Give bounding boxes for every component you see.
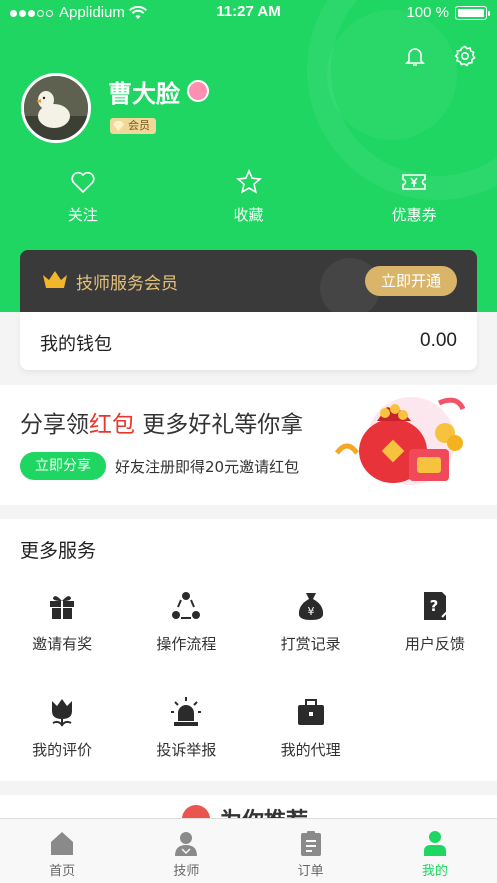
tab-mine[interactable]: 我的: [373, 819, 497, 883]
battery-percent: 100 %: [406, 4, 449, 21]
tab-label: 首页: [49, 864, 76, 879]
coupon-icon: [402, 174, 426, 190]
share-title-part: 分享领: [20, 412, 89, 438]
service-tip-records[interactable]: ¥ 打赏记录: [249, 583, 373, 689]
service-complaint[interactable]: 投诉举报: [124, 689, 248, 795]
svg-text:?: ?: [430, 597, 439, 615]
status-bar: Applidium 11:27 AM 100 %: [0, 0, 497, 26]
feedback-icon: ?: [423, 592, 450, 620]
section-title: 更多服务: [20, 540, 97, 562]
service-label: 用户反馈: [404, 635, 465, 653]
service-label: 打赏记录: [280, 635, 341, 653]
user-icon: [423, 831, 446, 856]
female-gender-icon: [187, 80, 209, 102]
duck-avatar-image: [24, 76, 88, 140]
member-badge-label: 会员: [128, 119, 150, 132]
bell-icon[interactable]: [403, 44, 427, 68]
alarm-icon: [171, 697, 202, 726]
gift-icon: [50, 596, 75, 619]
wallet-label: 我的钱包: [40, 334, 112, 355]
avatar[interactable]: [21, 73, 91, 143]
service-process[interactable]: 操作流程: [124, 583, 248, 689]
process-icon: [172, 592, 201, 619]
star-icon: [235, 169, 262, 194]
quick-action-coupons[interactable]: 优惠券: [331, 168, 497, 225]
quick-action-follow[interactable]: 关注: [0, 168, 166, 225]
settings-gear-icon[interactable]: [453, 44, 477, 68]
quick-action-favorites[interactable]: 收藏: [166, 168, 332, 225]
quick-action-label: 收藏: [233, 206, 264, 224]
technician-icon: [175, 832, 198, 856]
money-bag-icon: ¥: [298, 593, 323, 620]
order-icon: [300, 831, 321, 856]
quick-action-label: 关注: [67, 206, 98, 224]
tab-label: 我的: [421, 864, 448, 879]
share-title-highlight: 红包: [89, 412, 135, 438]
service-my-agency[interactable]: 我的代理: [249, 689, 373, 795]
tab-home[interactable]: 首页: [0, 819, 124, 883]
briefcase-icon: [297, 699, 324, 725]
share-title: 分享领红包 更多好礼等你拿: [20, 405, 303, 439]
battery-icon: [455, 5, 490, 20]
crown-icon: [43, 271, 67, 288]
tulip-icon: [52, 699, 73, 727]
share-description: 好友注册即得20元邀请红包: [115, 458, 300, 476]
activate-vip-button[interactable]: 立即开通: [365, 266, 457, 296]
service-label: 投诉举报: [156, 741, 217, 759]
wallet-row[interactable]: 我的钱包 0.00: [20, 312, 477, 370]
heart-icon: [71, 171, 95, 194]
wallet-balance: 0.00: [420, 330, 457, 351]
member-badge: 会员: [110, 118, 156, 134]
share-now-button[interactable]: 立即分享: [20, 452, 106, 480]
share-banner[interactable]: 分享领红包 更多好礼等你拿 立即分享 好友注册即得20元邀请红包: [0, 385, 497, 505]
more-services-section: 更多服务 邀请有奖 操作流程 ¥ 打赏记录 ? 用户反馈 我的评价 投诉举报 我…: [0, 519, 497, 781]
share-title-part: 更多好礼等你拿: [135, 412, 304, 438]
vip-membership-card[interactable]: 技师服务会员 立即开通: [20, 250, 477, 312]
tab-technician[interactable]: 技师: [124, 819, 248, 883]
service-label: 我的代理: [280, 741, 341, 759]
tab-orders[interactable]: 订单: [249, 819, 373, 883]
vip-card-title: 技师服务会员: [76, 274, 178, 294]
svg-text:¥: ¥: [307, 605, 314, 618]
service-label: 邀请有奖: [32, 635, 93, 653]
red-packet-illustration: [334, 397, 466, 485]
username: 曹大脸: [108, 80, 180, 108]
service-label: 操作流程: [156, 635, 217, 653]
quick-action-label: 优惠券: [391, 206, 437, 224]
header-decoration: [327, 10, 457, 140]
service-my-reviews[interactable]: 我的评价: [0, 689, 124, 795]
service-label: 我的评价: [32, 741, 93, 759]
tab-label: 技师: [173, 864, 200, 879]
tab-label: 订单: [297, 864, 324, 879]
bottom-tab-bar: 首页 技师 订单 我的: [0, 818, 497, 883]
service-feedback[interactable]: ? 用户反馈: [373, 583, 497, 689]
home-icon: [51, 832, 74, 855]
service-invite[interactable]: 邀请有奖: [0, 583, 124, 689]
diamond-icon: [113, 121, 124, 131]
